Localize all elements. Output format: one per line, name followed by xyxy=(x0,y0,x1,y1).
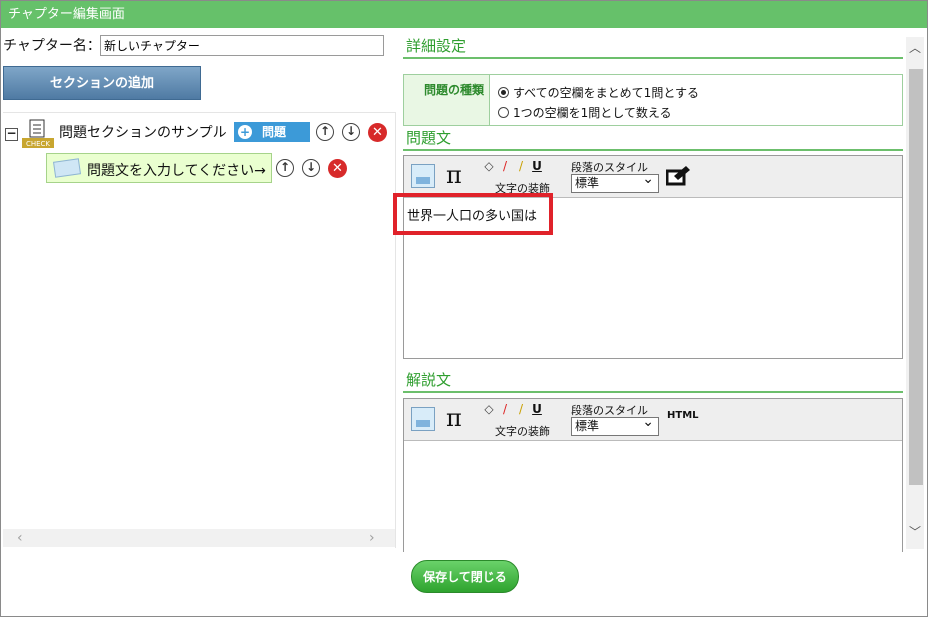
scroll-down-icon[interactable]: ﹀ xyxy=(909,523,921,540)
problem-type-settings: 問題の種類 すべての空欄をまとめて1問とする 1つの空欄を1問として数える xyxy=(403,74,903,126)
eraser-icon[interactable]: ◇ xyxy=(482,402,496,416)
radio-option-all[interactable]: すべての空欄をまとめて1問とする xyxy=(498,84,699,101)
save-and-close-button[interactable]: 保存して閉じる xyxy=(411,560,519,593)
horizontal-scrollbar[interactable]: ‹ › xyxy=(3,529,395,547)
add-section-button[interactable]: セクションの追加 xyxy=(3,66,201,100)
question-editor[interactable]: π ◇//U 文字の装飾 段落のスタイル 標準 世界一人口の多い国は xyxy=(403,155,903,359)
source-edit-icon[interactable] xyxy=(666,164,692,186)
radio-unchecked-icon xyxy=(498,107,509,118)
scroll-thumb[interactable] xyxy=(909,69,923,485)
question-toolbar: π ◇ / / U 文字の装飾 段落のスタイル 標準 xyxy=(404,156,902,198)
scroll-up-icon[interactable]: ︿ xyxy=(909,39,921,56)
problem-item[interactable]: 問題文を入力してください→ xyxy=(46,153,272,183)
window-title: チャプター編集画面 xyxy=(1,1,927,28)
add-problem-button[interactable]: + 問題 xyxy=(234,122,310,142)
paragraph-style-select[interactable]: 標準 xyxy=(571,414,659,436)
vertical-scrollbar[interactable]: ︿ ﹀ xyxy=(906,37,924,549)
underline-icon[interactable]: U xyxy=(530,402,544,416)
chapter-name-input[interactable] xyxy=(100,35,384,56)
decoration-icons: ◇ / / U xyxy=(482,159,558,177)
plus-icon: + xyxy=(238,125,252,139)
scroll-left-icon[interactable]: ‹ xyxy=(17,529,23,547)
move-down-icon[interactable]: ↓ xyxy=(342,123,360,141)
problem-item-label: 問題文を入力してください→ xyxy=(87,163,266,179)
check-section-icon: CHECK xyxy=(22,119,54,148)
html-toggle[interactable]: HTML xyxy=(667,410,699,421)
underline-icon[interactable]: U xyxy=(530,159,544,173)
decoration-icons: ◇ / / U xyxy=(482,402,558,420)
section-tree: − CHECK 問題セクションのサンプル + 問題 ↑ ↓ ✕ 問題文を入力して… xyxy=(3,112,396,548)
highlight-pen-icon[interactable]: / xyxy=(514,402,528,416)
paragraph-style-select[interactable]: 標準 xyxy=(571,171,659,193)
add-problem-label: 問題 xyxy=(262,125,287,139)
highlight-box xyxy=(393,193,553,235)
chapter-name-label: チャプター名： xyxy=(3,38,101,54)
explanation-editor[interactable]: π ◇//U 文字の装飾 段落のスタイル 標準 HTML xyxy=(403,398,903,552)
item-move-down-icon[interactable]: ↓ xyxy=(302,159,320,177)
paragraph-style-label: 段落のスタイル xyxy=(571,161,648,174)
formula-pi-icon[interactable]: π xyxy=(446,404,462,432)
problem-type-label: 問題の種類 xyxy=(404,75,490,125)
decoration-label: 文字の装飾 xyxy=(495,425,550,438)
radio-option-each[interactable]: 1つの空欄を1問として数える xyxy=(498,104,672,121)
red-pen-icon[interactable]: / xyxy=(498,402,512,416)
svg-text:CHECK: CHECK xyxy=(26,140,50,148)
red-pen-icon[interactable]: / xyxy=(498,159,512,173)
right-pane: 詳細設定 問題の種類 すべての空欄をまとめて1問とする 1つの空欄を1問として数… xyxy=(403,29,906,552)
left-pane: チャプター名： セクションの追加 − CHECK 問題セクションのサンプル + … xyxy=(1,29,396,549)
formula-pi-icon[interactable]: π xyxy=(446,161,462,189)
section-label: 問題セクションのサンプル xyxy=(59,125,227,141)
details-title: 詳細設定 xyxy=(403,35,903,59)
collapse-toggle[interactable]: − xyxy=(5,127,18,141)
image-icon[interactable] xyxy=(411,164,435,188)
delete-icon[interactable]: ✕ xyxy=(368,123,387,142)
question-title: 問題文 xyxy=(403,127,903,151)
image-icon[interactable] xyxy=(411,407,435,431)
explanation-toolbar: π ◇//U 文字の装飾 段落のスタイル 標準 HTML xyxy=(404,399,902,441)
highlight-pen-icon[interactable]: / xyxy=(514,159,528,173)
scroll-right-icon[interactable]: › xyxy=(369,529,375,547)
explanation-title: 解説文 xyxy=(403,369,903,393)
eraser-icon[interactable]: ◇ xyxy=(482,159,496,173)
item-delete-icon[interactable]: ✕ xyxy=(328,159,347,178)
paragraph-style-label: 段落のスタイル xyxy=(571,404,648,417)
radio-checked-icon xyxy=(498,87,509,98)
item-move-up-icon[interactable]: ↑ xyxy=(276,159,294,177)
move-up-icon[interactable]: ↑ xyxy=(316,123,334,141)
question-text-icon xyxy=(53,158,81,178)
